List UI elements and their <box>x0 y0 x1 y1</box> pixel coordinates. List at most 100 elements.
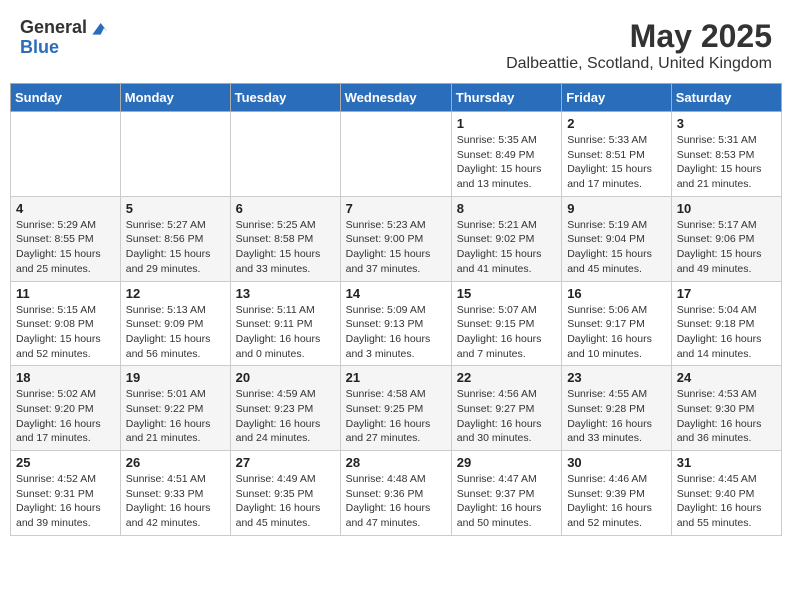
calendar-cell: 23 Sunrise: 4:55 AM Sunset: 9:28 PM Dayli… <box>562 366 672 451</box>
day-info: Sunrise: 4:53 AM Sunset: 9:30 PM Dayligh… <box>677 387 776 446</box>
month-title: May 2025 <box>506 18 772 55</box>
calendar-cell: 8 Sunrise: 5:21 AM Sunset: 9:02 PM Daylig… <box>451 196 561 281</box>
calendar-cell: 17 Sunrise: 5:04 AM Sunset: 9:18 PM Dayli… <box>671 281 781 366</box>
logo-blue-text: Blue <box>20 38 109 58</box>
weekday-header-friday: Friday <box>562 84 672 112</box>
day-info: Sunrise: 5:35 AM Sunset: 8:49 PM Dayligh… <box>457 133 556 192</box>
location-title: Dalbeattie, Scotland, United Kingdom <box>506 55 772 73</box>
day-info: Sunrise: 4:59 AM Sunset: 9:23 PM Dayligh… <box>236 387 335 446</box>
day-number: 17 <box>677 286 776 301</box>
calendar-cell: 14 Sunrise: 5:09 AM Sunset: 9:13 PM Dayli… <box>340 281 451 366</box>
day-number: 26 <box>126 455 225 470</box>
day-info: Sunrise: 5:27 AM Sunset: 8:56 PM Dayligh… <box>126 218 225 277</box>
title-block: May 2025 Dalbeattie, Scotland, United Ki… <box>506 18 772 73</box>
day-number: 24 <box>677 370 776 385</box>
calendar-cell: 13Sunrise: 5:11 AM Sunset: 9:11 PM Dayli… <box>230 281 340 366</box>
calendar-cell: 7 Sunrise: 5:23 AM Sunset: 9:00 PM Daylig… <box>340 196 451 281</box>
weekday-header-thursday: Thursday <box>451 84 561 112</box>
calendar-cell: 30 Sunrise: 4:46 AM Sunset: 9:39 PM Dayli… <box>562 451 672 536</box>
logo-general-text: General <box>20 18 87 38</box>
calendar-cell: 4 Sunrise: 5:29 AM Sunset: 8:55 PM Daylig… <box>11 196 121 281</box>
day-info: Sunrise: 4:47 AM Sunset: 9:37 PM Dayligh… <box>457 472 556 531</box>
day-info: Sunrise: 4:51 AM Sunset: 9:33 PM Dayligh… <box>126 472 225 531</box>
calendar-cell: 25 Sunrise: 4:52 AM Sunset: 9:31 PM Dayli… <box>11 451 121 536</box>
day-number: 14 <box>346 286 446 301</box>
day-number: 27 <box>236 455 335 470</box>
calendar-week-5: 25 Sunrise: 4:52 AM Sunset: 9:31 PM Dayli… <box>11 451 782 536</box>
day-info: Sunrise: 5:31 AM Sunset: 8:53 PM Dayligh… <box>677 133 776 192</box>
calendar-cell: 18 Sunrise: 5:02 AM Sunset: 9:20 PM Dayli… <box>11 366 121 451</box>
calendar-cell: 9 Sunrise: 5:19 AM Sunset: 9:04 PM Daylig… <box>562 196 672 281</box>
day-number: 28 <box>346 455 446 470</box>
day-info: Sunrise: 5:09 AM Sunset: 9:13 PM Dayligh… <box>346 303 446 362</box>
logo: General Blue <box>20 18 109 58</box>
weekday-header-sunday: Sunday <box>11 84 121 112</box>
day-number: 30 <box>567 455 666 470</box>
calendar-cell: 15Sunrise: 5:07 AM Sunset: 9:15 PM Dayli… <box>451 281 561 366</box>
calendar-cell: 11 Sunrise: 5:15 AM Sunset: 9:08 PM Dayli… <box>11 281 121 366</box>
calendar-cell: 6Sunrise: 5:25 AM Sunset: 8:58 PM Daylig… <box>230 196 340 281</box>
day-info: Sunrise: 5:13 AM Sunset: 9:09 PM Dayligh… <box>126 303 225 362</box>
day-info: Sunrise: 5:07 AM Sunset: 9:15 PM Dayligh… <box>457 303 556 362</box>
day-info: Sunrise: 5:01 AM Sunset: 9:22 PM Dayligh… <box>126 387 225 446</box>
calendar-cell: 24 Sunrise: 4:53 AM Sunset: 9:30 PM Dayli… <box>671 366 781 451</box>
calendar-cell: 27 Sunrise: 4:49 AM Sunset: 9:35 PM Dayli… <box>230 451 340 536</box>
day-info: Sunrise: 4:45 AM Sunset: 9:40 PM Dayligh… <box>677 472 776 531</box>
day-info: Sunrise: 5:15 AM Sunset: 9:08 PM Dayligh… <box>16 303 115 362</box>
weekday-header-wednesday: Wednesday <box>340 84 451 112</box>
day-info: Sunrise: 5:29 AM Sunset: 8:55 PM Dayligh… <box>16 218 115 277</box>
day-info: Sunrise: 5:33 AM Sunset: 8:51 PM Dayligh… <box>567 133 666 192</box>
calendar-cell: 5 Sunrise: 5:27 AM Sunset: 8:56 PM Daylig… <box>120 196 230 281</box>
calendar-cell: 12 Sunrise: 5:13 AM Sunset: 9:09 PM Dayli… <box>120 281 230 366</box>
day-number: 9 <box>567 201 666 216</box>
day-info: Sunrise: 4:46 AM Sunset: 9:39 PM Dayligh… <box>567 472 666 531</box>
day-info: Sunrise: 5:19 AM Sunset: 9:04 PM Dayligh… <box>567 218 666 277</box>
weekday-header-monday: Monday <box>120 84 230 112</box>
day-number: 7 <box>346 201 446 216</box>
day-number: 1 <box>457 116 556 131</box>
day-number: 16 <box>567 286 666 301</box>
calendar-week-2: 4 Sunrise: 5:29 AM Sunset: 8:55 PM Daylig… <box>11 196 782 281</box>
day-number: 11 <box>16 286 115 301</box>
day-number: 31 <box>677 455 776 470</box>
day-number: 2 <box>567 116 666 131</box>
calendar-cell: 10Sunrise: 5:17 AM Sunset: 9:06 PM Dayli… <box>671 196 781 281</box>
calendar-cell: 19Sunrise: 5:01 AM Sunset: 9:22 PM Dayli… <box>120 366 230 451</box>
calendar-cell <box>230 112 340 197</box>
day-number: 3 <box>677 116 776 131</box>
day-number: 5 <box>126 201 225 216</box>
day-number: 25 <box>16 455 115 470</box>
day-info: Sunrise: 4:48 AM Sunset: 9:36 PM Dayligh… <box>346 472 446 531</box>
day-info: Sunrise: 5:23 AM Sunset: 9:00 PM Dayligh… <box>346 218 446 277</box>
day-info: Sunrise: 4:58 AM Sunset: 9:25 PM Dayligh… <box>346 387 446 446</box>
calendar-cell: 1 Sunrise: 5:35 AM Sunset: 8:49 PM Daylig… <box>451 112 561 197</box>
calendar-cell: 3 Sunrise: 5:31 AM Sunset: 8:53 PM Daylig… <box>671 112 781 197</box>
day-info: Sunrise: 5:06 AM Sunset: 9:17 PM Dayligh… <box>567 303 666 362</box>
weekday-header-tuesday: Tuesday <box>230 84 340 112</box>
logo-icon <box>89 18 109 38</box>
weekday-header-saturday: Saturday <box>671 84 781 112</box>
day-number: 23 <box>567 370 666 385</box>
calendar-cell: 22 Sunrise: 4:56 AM Sunset: 9:27 PM Dayli… <box>451 366 561 451</box>
page-header: General Blue May 2025 Dalbeattie, Scotla… <box>10 10 782 77</box>
calendar-table: SundayMondayTuesdayWednesdayThursdayFrid… <box>10 83 782 536</box>
day-info: Sunrise: 5:21 AM Sunset: 9:02 PM Dayligh… <box>457 218 556 277</box>
day-number: 12 <box>126 286 225 301</box>
day-info: Sunrise: 4:55 AM Sunset: 9:28 PM Dayligh… <box>567 387 666 446</box>
day-info: Sunrise: 4:52 AM Sunset: 9:31 PM Dayligh… <box>16 472 115 531</box>
calendar-cell <box>120 112 230 197</box>
day-number: 22 <box>457 370 556 385</box>
day-number: 18 <box>16 370 115 385</box>
calendar-cell <box>11 112 121 197</box>
calendar-cell: 2 Sunrise: 5:33 AM Sunset: 8:51 PM Daylig… <box>562 112 672 197</box>
calendar-cell: 21Sunrise: 4:58 AM Sunset: 9:25 PM Dayli… <box>340 366 451 451</box>
day-info: Sunrise: 5:04 AM Sunset: 9:18 PM Dayligh… <box>677 303 776 362</box>
day-number: 20 <box>236 370 335 385</box>
day-number: 10 <box>677 201 776 216</box>
day-info: Sunrise: 4:56 AM Sunset: 9:27 PM Dayligh… <box>457 387 556 446</box>
day-number: 6 <box>236 201 335 216</box>
day-info: Sunrise: 4:49 AM Sunset: 9:35 PM Dayligh… <box>236 472 335 531</box>
day-info: Sunrise: 5:02 AM Sunset: 9:20 PM Dayligh… <box>16 387 115 446</box>
day-number: 8 <box>457 201 556 216</box>
day-number: 4 <box>16 201 115 216</box>
